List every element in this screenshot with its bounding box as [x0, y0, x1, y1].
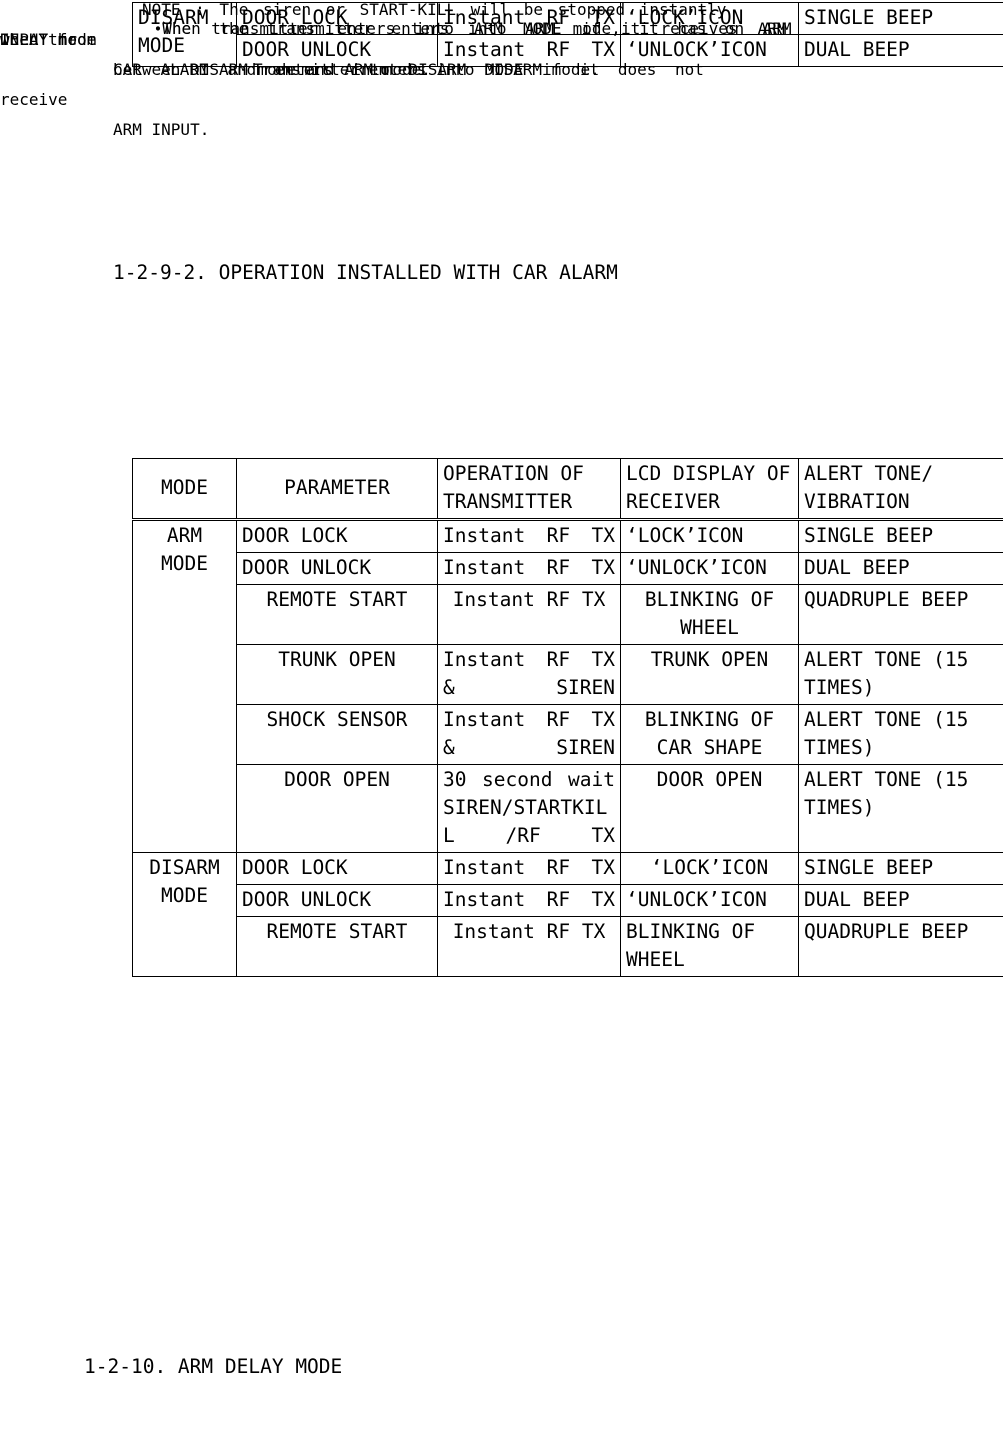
cell-lcd-display: BLINKING OF WHEEL	[620, 916, 799, 977]
cell-operation: 30 second wait SIREN/STARTKILL /RF TX	[437, 764, 621, 853]
cell-mode-disarm: DISARM MODE	[132, 852, 237, 977]
cell-operation: Instant RF TX	[437, 884, 621, 917]
cell-operation: Instant RF TX	[437, 552, 621, 585]
header-operation: OPERATION OF TRANSMITTER	[437, 458, 621, 521]
cell-operation: Instant RF TX	[437, 519, 621, 553]
cell-mode-arm: ARM MODE	[132, 519, 237, 853]
cell-alert-tone: ALERT TONE (15 TIMES)	[798, 764, 1003, 853]
paragraph-line: between DISARM mode and ARM mode.	[113, 60, 431, 79]
table-row: ARM MODE DOOR LOCK Instant RF TX ‘LOCK’I…	[132, 519, 1003, 853]
section-heading-1-2-9-2: 1-2-9-2. OPERATION INSTALLED WITH CAR AL…	[113, 261, 618, 284]
table-row: REMOTE START Instant RF TX BLINKING OF W…	[133, 584, 1003, 645]
cell-parameter: DOOR UNLOCK	[236, 884, 438, 917]
cell-operation: Instant RF TX	[437, 916, 621, 977]
header-alert-tone: ALERT TONE/ VIBRATION	[798, 458, 1003, 521]
table-header-row: MODE PARAMETER OPERATION OF TRANSMITTER …	[132, 458, 1003, 521]
cell-lcd-display: BLINKING OF WHEEL	[620, 584, 799, 645]
cell-parameter: DOOR LOCK	[236, 852, 438, 885]
cell-parameter: DOOR UNLOCK	[236, 552, 438, 585]
cell-parameter: SHOCK SENSOR	[236, 704, 438, 765]
paragraph-line: •When the transmitter enters into ARM mo…	[96, 0, 792, 57]
bullet-icon: •	[153, 21, 163, 38]
cell-lcd-display: ‘LOCK’ICON	[620, 519, 799, 553]
cell-operation: Instant RF TX	[437, 852, 621, 885]
cell-alert-tone: ALERT TONE (15 TIMES)	[798, 644, 1003, 705]
cell-operation: Instant RF TX & SIREN	[437, 644, 621, 705]
cell-lcd-display: ‘LOCK’ICON	[620, 852, 799, 885]
cell-alert-tone: SINGLE BEEP	[798, 2, 1003, 35]
cell-parameter: REMOTE START	[236, 584, 438, 645]
cell-lcd-display: TRUNK OPEN	[620, 644, 799, 705]
table-row: SHOCK SENSOR Instant RF TX & SIREN BLINK…	[133, 704, 1003, 765]
header-parameter: PARAMETER	[236, 458, 438, 521]
table-row: TRUNK OPEN Instant RF TX & SIREN TRUNK O…	[133, 644, 1003, 705]
cell-alert-tone: DUAL BEEP	[798, 552, 1003, 585]
cell-operation: Instant RF TX	[437, 584, 621, 645]
cell-parameter: DOOR LOCK	[236, 519, 438, 553]
cell-parameter: REMOTE START	[236, 916, 438, 977]
paragraph-line: DELAY mode	[0, 30, 97, 49]
cell-alert-tone: QUADRUPLE BEEP	[798, 916, 1003, 977]
cell-parameter: DOOR OPEN	[236, 764, 438, 853]
paragraph-text: When the transmitter enters into ARM mod…	[162, 19, 792, 38]
cell-lcd-display: DOOR OPEN	[620, 764, 799, 853]
cell-alert-tone: SINGLE BEEP	[798, 519, 1003, 553]
cell-lcd-display: ‘UNLOCK’ICON	[620, 884, 799, 917]
cell-alert-tone: DUAL BEEP	[798, 884, 1003, 917]
table-row: REMOTE START Instant RF TX BLINKING OF W…	[133, 916, 1003, 977]
cell-operation: Instant RF TX & SIREN	[437, 704, 621, 765]
document-page: DISARM MODE DOOR LOCK Instant RF TX ‘LOC…	[0, 0, 1003, 1453]
table-row: DOOR OPEN 30 second wait SIREN/STARTKILL…	[133, 764, 1003, 853]
cell-alert-tone: ALERT TONE (15 TIMES)	[798, 704, 1003, 765]
cell-alert-tone: DUAL BEEP	[798, 34, 1003, 67]
cell-parameter: TRUNK OPEN	[236, 644, 438, 705]
cell-alert-tone: QUADRUPLE BEEP	[798, 584, 1003, 645]
table-row: DOOR UNLOCK Instant RF TX ‘UNLOCK’ICON D…	[133, 552, 1003, 585]
paragraph-line: receive	[0, 90, 68, 109]
cell-lcd-display: BLINKING OF CAR SHAPE	[620, 704, 799, 765]
table-row: DOOR UNLOCK Instant RF TX ‘UNLOCK’ICON D…	[133, 884, 1003, 917]
table-row: DISARM MODE DOOR LOCK Instant RF TX ‘LOC…	[132, 852, 1003, 977]
paragraph-line: ARM INPUT.	[113, 120, 210, 139]
cell-lcd-display: ‘UNLOCK’ICON	[620, 552, 799, 585]
operation-modes-table: MODE PARAMETER OPERATION OF TRANSMITTER …	[132, 458, 1003, 977]
cell-alert-tone: SINGLE BEEP	[798, 852, 1003, 885]
header-mode: MODE	[132, 458, 237, 521]
section-heading-1-2-10: 1-2-10. ARM DELAY MODE	[84, 1355, 343, 1378]
header-lcd-display: LCD DISPLAY OF RECEIVER	[620, 458, 799, 521]
